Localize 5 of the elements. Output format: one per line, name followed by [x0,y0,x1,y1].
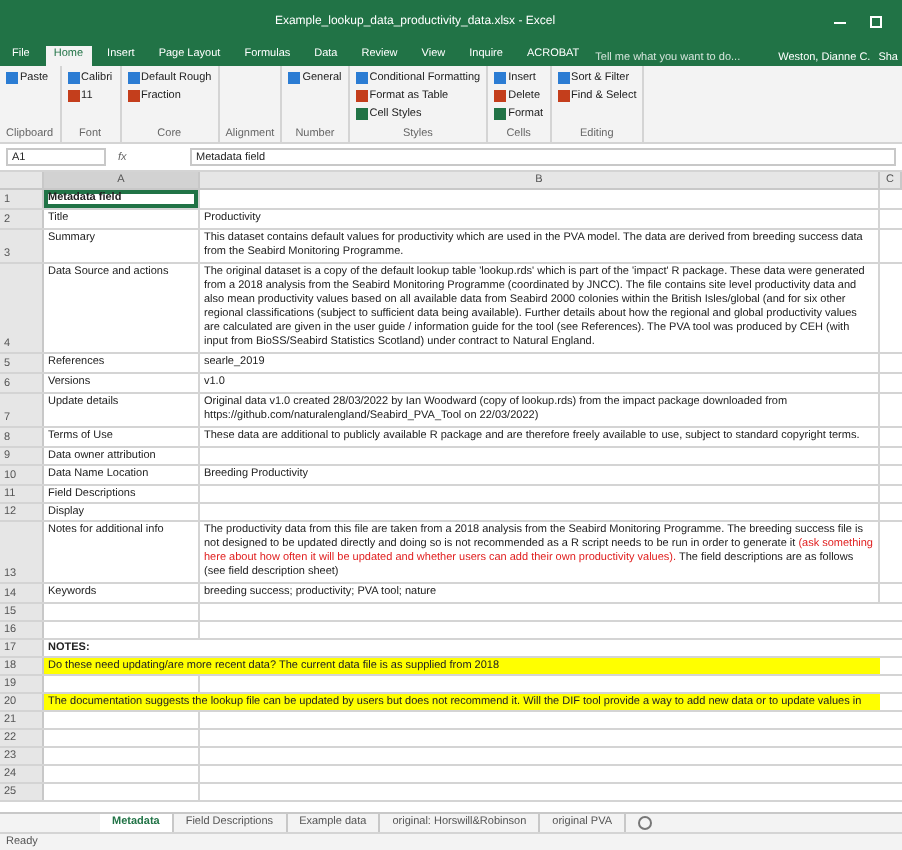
tool-icon [6,72,18,84]
minimize-icon[interactable] [834,21,846,23]
tool-icon [288,72,301,84]
add-sheet-icon[interactable] [638,816,653,830]
maximize-icon[interactable] [870,16,882,28]
